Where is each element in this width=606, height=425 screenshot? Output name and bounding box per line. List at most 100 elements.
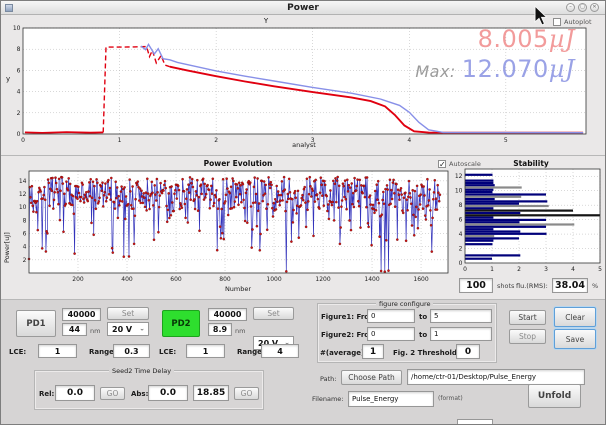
abs-go-button[interactable]: GO (234, 387, 259, 400)
average-input[interactable]: 1 (362, 344, 384, 359)
svg-text:8: 8 (23, 217, 27, 224)
stop-button[interactable]: Stop (509, 329, 546, 344)
pd2-range-input[interactable]: 4 (261, 344, 299, 358)
energy-blue-value: 12.070 (462, 55, 549, 83)
pd1-range-input[interactable]: 0.3 (113, 344, 150, 358)
svg-text:2: 2 (459, 246, 463, 253)
pd1-button[interactable]: PD1 (16, 310, 56, 337)
max-label: Max: (415, 62, 455, 81)
svg-text:0: 0 (463, 266, 467, 273)
pd2-nm-label: nm (235, 327, 245, 335)
abs2-input[interactable]: 18.85 (193, 385, 229, 401)
clear-button[interactable]: Clear (554, 307, 596, 327)
chevron-down-icon: ⌄ (139, 324, 145, 332)
pd2-set-button[interactable]: Set (253, 307, 294, 320)
figure3-plot[interactable]: 012345024681012 (453, 159, 605, 275)
svg-text:3: 3 (544, 266, 548, 273)
app-window: Power – ▢ ✕ Y y 0123450246810 analyst Au… (0, 0, 606, 425)
svg-text:6: 6 (459, 217, 463, 224)
svg-text:10: 10 (19, 204, 27, 211)
titlebar[interactable]: Power – ▢ ✕ (1, 1, 605, 15)
svg-text:1600: 1600 (413, 276, 428, 283)
threshold-input[interactable]: 0 (456, 344, 480, 359)
save-button[interactable]: Save (554, 329, 596, 349)
rel-input[interactable]: 0.0 (55, 385, 95, 401)
pd2-gain-input[interactable]: 40000 (208, 308, 247, 321)
svg-text:1400: 1400 (364, 276, 379, 283)
pd1-voltage-dropdown[interactable]: 20 V⌄ (107, 322, 149, 336)
energy-readout-red: 8.005µJ (478, 25, 575, 53)
percent-label: % (592, 282, 598, 290)
pd2-lce-input[interactable]: 1 (186, 344, 225, 358)
svg-text:12: 12 (455, 173, 463, 180)
app-icon (5, 4, 13, 12)
svg-text:2: 2 (214, 137, 218, 144)
pd1-lce-input[interactable]: 1 (38, 344, 77, 358)
figure2-xlabel: Number (188, 285, 288, 293)
pd2-button[interactable]: PD2 (162, 310, 200, 337)
rms-input[interactable]: 38.04 (552, 278, 588, 293)
svg-text:10: 10 (13, 25, 21, 32)
path-input[interactable]: /home/ctr-01/Desktop/Pulse_Energy (407, 369, 585, 385)
seed-delay-title: Seed2 Time Delay (109, 367, 174, 375)
svg-text:4: 4 (407, 137, 411, 144)
svg-text:2: 2 (23, 257, 27, 264)
unfold-button[interactable]: Unfold (528, 384, 581, 408)
rms-label: flu.(RMS): (516, 282, 548, 290)
svg-text:5: 5 (504, 137, 508, 144)
pd2-lce-label: LCE: (159, 348, 176, 356)
energy-red-unit: µJ (549, 25, 575, 53)
rel-label: Rel: (39, 390, 54, 398)
maximize-icon[interactable]: ▢ (578, 3, 587, 12)
figure1-panel: Y y 0123450246810 analyst Autoplot 8.005… (1, 15, 605, 155)
svg-text:8: 8 (459, 202, 463, 209)
figure2-plot[interactable]: 20040060080010001200140016002468101214 (9, 159, 457, 295)
svg-text:2: 2 (17, 110, 21, 117)
close-icon[interactable]: ✕ (590, 3, 599, 12)
energy-red-value: 8.005 (478, 25, 549, 53)
threshold-label: Fig. 2 Threshold: (393, 349, 460, 357)
figure2-to-input[interactable]: 1 (430, 327, 492, 341)
shots-label: shots (497, 282, 514, 290)
figure2-to-label: to (419, 331, 427, 339)
filename-label: Filename: (312, 395, 344, 403)
svg-text:0: 0 (459, 260, 463, 267)
pd2-nm-input[interactable]: 8.9 (208, 323, 232, 336)
pd1-nm-input[interactable]: 44 (62, 323, 87, 336)
svg-text:4: 4 (23, 244, 27, 251)
energy-readout-blue: Max:12.070µJ (415, 55, 575, 83)
abs-label: Abs: (131, 390, 148, 398)
pd1-lce-label: LCE: (9, 348, 26, 356)
start-button[interactable]: Start (509, 310, 546, 325)
figure2-panel: Power Evolution ✓ Autoscale Power[uJ] 20… (1, 156, 605, 299)
figure1-from-input[interactable]: 0 (367, 309, 415, 323)
svg-text:0: 0 (17, 131, 21, 138)
minimize-icon[interactable]: – (566, 3, 575, 12)
format-dropdown[interactable]: .txt⌄ (457, 419, 493, 425)
svg-text:200: 200 (72, 276, 84, 283)
svg-text:1: 1 (490, 266, 494, 273)
figure2-from-input[interactable]: 0 (367, 327, 415, 341)
svg-text:6: 6 (17, 67, 21, 74)
figure1-to-label: to (419, 313, 427, 321)
choose-path-button[interactable]: Choose Path (341, 370, 402, 385)
svg-text:4: 4 (17, 89, 21, 96)
format-label: (format) (438, 395, 463, 402)
average-label: #(average): (320, 349, 367, 357)
figure1-to-input[interactable]: 5 (430, 309, 492, 323)
svg-text:12: 12 (19, 191, 27, 198)
svg-text:600: 600 (170, 276, 182, 283)
abs-input[interactable]: 0.0 (148, 385, 188, 401)
svg-text:5: 5 (598, 266, 602, 273)
svg-text:2: 2 (517, 266, 521, 273)
pd1-gain-input[interactable]: 40000 (62, 308, 101, 321)
svg-text:10: 10 (455, 188, 463, 195)
filename-input[interactable]: Pulse_Energy (348, 391, 434, 407)
shots-input[interactable]: 100 (459, 278, 493, 293)
pd1-set-button[interactable]: Set (107, 307, 149, 320)
svg-text:400: 400 (121, 276, 133, 283)
svg-text:0: 0 (21, 137, 25, 144)
svg-text:14: 14 (19, 178, 27, 185)
svg-text:1200: 1200 (315, 276, 330, 283)
rel-go-button[interactable]: GO (100, 387, 125, 400)
